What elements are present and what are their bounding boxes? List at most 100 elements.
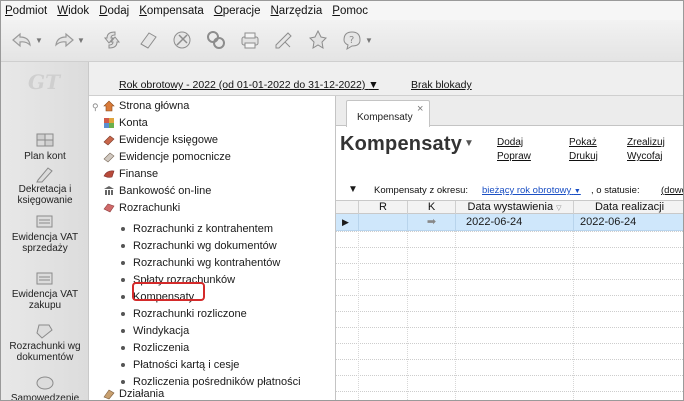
tree-item-bankowosc[interactable]: Bankowość on-line: [103, 183, 211, 199]
eraser-button[interactable]: [137, 28, 159, 52]
menu-narzedzia[interactable]: Narzędzia: [270, 5, 322, 17]
sort-icon: ▽: [556, 205, 562, 212]
chevron-down-icon[interactable]: ▼: [365, 36, 373, 45]
leftbar-item-plan-kont[interactable]: Plan kont: [1, 132, 89, 162]
cell-issue-date: 2022-06-24: [455, 214, 573, 230]
link-button[interactable]: [205, 28, 227, 52]
menu-kompensata[interactable]: Kompensata: [139, 5, 204, 17]
info-bar: Rok obrotowy - 2022 (od 01-01-2022 do 31…: [89, 62, 683, 96]
chevron-down-icon[interactable]: ▼: [35, 36, 43, 45]
settle-button[interactable]: Zrealizuj: [627, 137, 665, 148]
tree-item-label: Ewidencje pomocnicze: [119, 151, 231, 163]
help-button[interactable]: ? ▼: [341, 28, 373, 52]
column-header-realization-date[interactable]: Data realizacji: [573, 201, 683, 214]
leftbar-item-ewidencja-sprzedazy[interactable]: Ewidencja VAT sprzedaży: [1, 213, 89, 254]
grid-column-line: [573, 231, 574, 400]
column-header-label: Data wystawienia: [467, 201, 554, 213]
svg-text:?: ?: [349, 35, 354, 46]
tree-subitem-rozrachunki-wg-dokumentow[interactable]: Rozrachunki wg dokumentów: [121, 238, 277, 254]
close-icon[interactable]: ×: [417, 103, 423, 115]
leftbar-label: Plan kont: [24, 151, 66, 162]
period-value: bieżący rok obrotowy: [482, 185, 572, 196]
ledger-icon: [34, 132, 56, 150]
help-icon: ?: [341, 29, 363, 51]
status-label: , o statusie:: [591, 185, 640, 196]
column-header-r[interactable]: R: [358, 201, 407, 214]
edit-button[interactable]: Popraw: [497, 151, 531, 162]
leftbar-label: Dekretacja i księgowanie: [17, 184, 73, 206]
tree-subitem-rozrachunki-rozliczone[interactable]: Rozrachunki rozliczone: [121, 306, 247, 322]
page-title[interactable]: Kompensaty ▼: [340, 133, 474, 156]
print-button[interactable]: Drukuj: [569, 151, 598, 162]
accounts-icon: [103, 117, 115, 129]
tree-subitem-platnosci-karta[interactable]: Płatności kartą i cesje: [121, 357, 239, 373]
leftbar-label: Rozrachunki wg dokumentów: [9, 341, 81, 363]
leftbar-item-samowedzenie[interactable]: Samowedzenie: [1, 374, 89, 401]
chevron-down-icon[interactable]: ▼: [77, 36, 85, 45]
table-row[interactable]: ▶ ➡ 2022-06-24 2022-06-24: [336, 214, 683, 231]
menu-podmiot[interactable]: Podmiot: [5, 5, 47, 17]
show-button[interactable]: Pokaż: [569, 137, 597, 148]
grid-row-line: [336, 295, 683, 296]
tree-subitem-rozliczenia[interactable]: Rozliczenia: [121, 340, 189, 356]
menu-widok[interactable]: Widok: [57, 5, 89, 17]
fiscal-year-selector[interactable]: Rok obrotowy - 2022 (od 01-01-2022 do 31…: [119, 79, 379, 91]
pin-button[interactable]: [307, 28, 329, 52]
tree-subitem-label: Rozrachunki z kontrahentem: [133, 223, 274, 235]
withdraw-button[interactable]: Wycofaj: [627, 151, 662, 162]
documents-icon: [34, 322, 56, 340]
period-selector[interactable]: bieżący rok obrotowy ▼: [482, 185, 581, 196]
leftbar-label: Ewidencja VAT zakupu: [11, 289, 79, 311]
tree-subitem-label: Płatności kartą i cesje: [133, 359, 240, 371]
tools-button[interactable]: [171, 28, 193, 52]
refresh-button[interactable]: [101, 28, 123, 52]
chevron-down-icon: ▼: [368, 79, 379, 91]
column-header-issue-date[interactable]: Data wystawienia ▽: [455, 201, 573, 214]
pin-panel-icon[interactable]: ⚲: [92, 102, 99, 113]
chevron-down-icon: ▼: [573, 188, 581, 195]
tree-item-label: Rozrachunki: [119, 202, 181, 214]
tab-label: Kompensaty: [357, 112, 413, 123]
tree-item-finanse[interactable]: Finanse: [103, 166, 158, 182]
add-button[interactable]: Dodaj: [497, 137, 523, 148]
tree-item-rozrachunki[interactable]: Rozrachunki: [103, 200, 180, 216]
tree-item-strona-glowna[interactable]: Strona główna: [103, 98, 189, 114]
forward-button[interactable]: ▼: [53, 28, 85, 52]
arrow-right-icon: ➡: [407, 214, 455, 230]
grid-column-line: [455, 231, 456, 400]
grid-row-line: [336, 231, 683, 232]
status-selector[interactable]: (dowo: [661, 185, 683, 196]
cell-r: [358, 214, 407, 230]
leftbar-item-rozrachunki-wg-dokumentow[interactable]: Rozrachunki wg dokumentów: [1, 322, 89, 363]
tree-item-dzialania[interactable]: Działania: [103, 386, 164, 400]
page-title-text: Kompensaty: [340, 133, 463, 155]
leftbar-item-ewidencja-zakupu[interactable]: Ewidencja VAT zakupu: [1, 270, 89, 311]
tree-item-label: Konta: [119, 117, 148, 129]
menu-operacje[interactable]: Operacje: [214, 5, 261, 17]
menu-dodaj[interactable]: Dodaj: [99, 5, 129, 17]
lock-status-link[interactable]: Brak blokady: [411, 79, 472, 91]
actions-icon: [103, 388, 115, 400]
print-button[interactable]: [239, 28, 261, 52]
tree-item-ewidencje-ksiegowe[interactable]: Ewidencje księgowe: [103, 132, 218, 148]
back-button[interactable]: ▼: [11, 28, 43, 52]
navigate-forward-icon: [53, 29, 75, 51]
leftbar-item-dekretacja[interactable]: Dekretacja i księgowanie: [1, 165, 89, 206]
leftbar-label: Samowedzenie: [10, 393, 80, 401]
column-header-k[interactable]: K: [407, 201, 455, 214]
collapse-filter-icon[interactable]: ▼: [348, 184, 358, 195]
tree-subitem-rozrachunki-z-kontrahentem[interactable]: Rozrachunki z kontrahentem: [121, 221, 273, 237]
tree-item-ewidencje-pomocnicze[interactable]: Ewidencje pomocnicze: [103, 149, 231, 165]
link-icon: [205, 29, 227, 51]
tree-item-konta[interactable]: Konta: [103, 115, 148, 131]
tree-subitem-rozrachunki-wg-kontrahentow[interactable]: Rozrachunki wg kontrahentów: [121, 255, 280, 271]
tab-kompensaty[interactable]: Kompensaty ×: [346, 100, 430, 127]
menu-pomoc[interactable]: Pomoc: [332, 5, 368, 17]
edit-button[interactable]: [273, 28, 295, 52]
chevron-down-icon: ▼: [464, 138, 475, 149]
leftbar-label: Ewidencja VAT sprzedaży: [11, 232, 79, 254]
finance-icon: [103, 168, 115, 180]
tree-subitem-windykacja[interactable]: Windykacja: [121, 323, 189, 339]
pencil-icon: [34, 165, 56, 183]
tree-item-label: Finanse: [119, 168, 159, 180]
